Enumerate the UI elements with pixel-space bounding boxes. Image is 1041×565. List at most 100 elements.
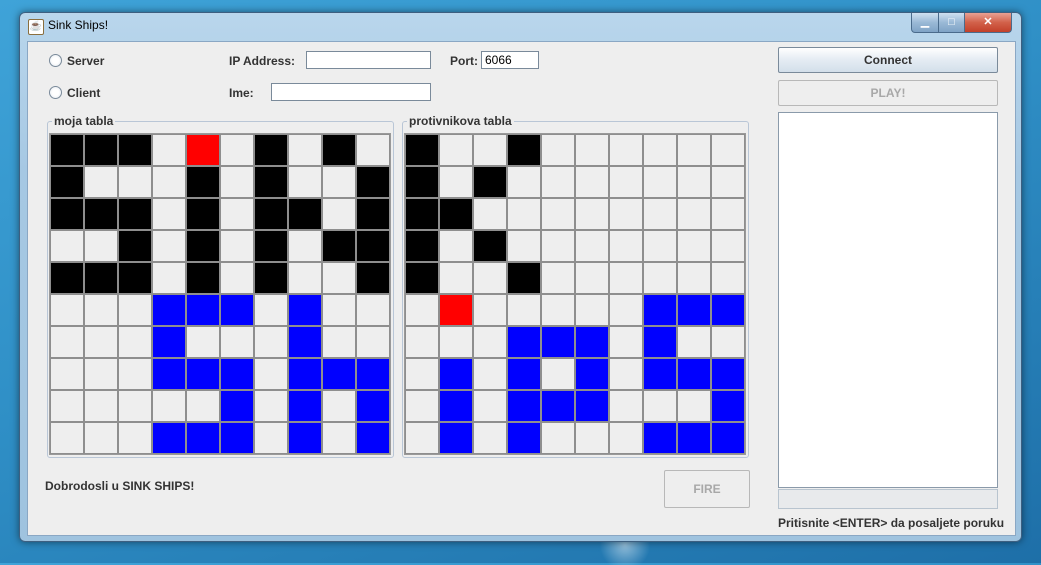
opponent-board-cell[interactable] (541, 358, 575, 390)
fire-button[interactable]: FIRE (664, 470, 750, 508)
my-board-cell[interactable] (50, 390, 84, 422)
chat-input[interactable] (778, 489, 998, 509)
my-board-cell[interactable] (254, 198, 288, 230)
my-board-cell[interactable] (118, 390, 152, 422)
my-board-cell[interactable] (288, 390, 322, 422)
my-board-cell[interactable] (50, 134, 84, 166)
opponent-board-cell[interactable] (507, 134, 541, 166)
opponent-board-cell[interactable] (473, 358, 507, 390)
my-board-cell[interactable] (288, 422, 322, 454)
opponent-board-cell[interactable] (643, 358, 677, 390)
opponent-board-cell[interactable] (439, 422, 473, 454)
my-board-cell[interactable] (186, 198, 220, 230)
opponent-board-cell[interactable] (643, 134, 677, 166)
opponent-board-cell[interactable] (609, 422, 643, 454)
my-board-cell[interactable] (220, 198, 254, 230)
my-board-cell[interactable] (186, 358, 220, 390)
opponent-board-cell[interactable] (541, 326, 575, 358)
my-board-cell[interactable] (118, 230, 152, 262)
my-board-cell[interactable] (50, 262, 84, 294)
my-board-cell[interactable] (220, 134, 254, 166)
opponent-board-cell[interactable] (677, 326, 711, 358)
opponent-board-cell[interactable] (677, 294, 711, 326)
opponent-board-cell[interactable] (507, 198, 541, 230)
opponent-board-cell[interactable] (541, 294, 575, 326)
my-board-cell[interactable] (186, 166, 220, 198)
opponent-board-cell[interactable] (439, 166, 473, 198)
opponent-board-cell[interactable] (711, 326, 745, 358)
server-radio[interactable] (49, 54, 62, 67)
my-board-cell[interactable] (322, 134, 356, 166)
opponent-board-cell[interactable] (711, 134, 745, 166)
opponent-board-cell[interactable] (405, 198, 439, 230)
my-board-cell[interactable] (152, 390, 186, 422)
my-board-cell[interactable] (152, 166, 186, 198)
my-board-cell[interactable] (220, 358, 254, 390)
close-button[interactable]: ✕ (964, 13, 1012, 33)
my-board-cell[interactable] (50, 198, 84, 230)
my-board-cell[interactable] (152, 230, 186, 262)
opponent-board-cell[interactable] (507, 358, 541, 390)
opponent-board-cell[interactable] (609, 262, 643, 294)
my-board-cell[interactable] (186, 134, 220, 166)
opponent-board-cell[interactable] (643, 390, 677, 422)
my-board-cell[interactable] (84, 134, 118, 166)
opponent-board-cell[interactable] (609, 166, 643, 198)
my-board-cell[interactable] (84, 422, 118, 454)
opponent-board-cell[interactable] (439, 390, 473, 422)
opponent-board-cell[interactable] (541, 230, 575, 262)
opponent-board-cell[interactable] (643, 422, 677, 454)
opponent-board-cell[interactable] (439, 262, 473, 294)
opponent-board-cell[interactable] (575, 166, 609, 198)
my-board-cell[interactable] (118, 198, 152, 230)
opponent-board-cell[interactable] (507, 422, 541, 454)
opponent-board-cell[interactable] (439, 134, 473, 166)
my-board-cell[interactable] (50, 230, 84, 262)
opponent-board-cell[interactable] (405, 230, 439, 262)
opponent-board-cell[interactable] (473, 134, 507, 166)
opponent-board-cell[interactable] (643, 262, 677, 294)
my-board-cell[interactable] (356, 166, 390, 198)
my-board-cell[interactable] (220, 326, 254, 358)
opponent-board-cell[interactable] (507, 326, 541, 358)
opponent-board-cell[interactable] (541, 198, 575, 230)
opponent-board-cell[interactable] (711, 230, 745, 262)
my-board-cell[interactable] (50, 358, 84, 390)
opponent-board-cell[interactable] (711, 198, 745, 230)
opponent-board-cell[interactable] (575, 294, 609, 326)
my-board-cell[interactable] (254, 166, 288, 198)
play-button[interactable]: PLAY! (778, 80, 998, 106)
my-board-cell[interactable] (152, 326, 186, 358)
opponent-board-cell[interactable] (677, 262, 711, 294)
opponent-board-cell[interactable] (711, 390, 745, 422)
my-board-cell[interactable] (84, 326, 118, 358)
opponent-board-cell[interactable] (609, 230, 643, 262)
my-board-cell[interactable] (186, 262, 220, 294)
title-bar[interactable]: ☕ Sink Ships! ▁ □ ✕ (20, 13, 1021, 39)
opponent-board-cell[interactable] (405, 166, 439, 198)
my-board-cell[interactable] (322, 358, 356, 390)
opponent-board-cell[interactable] (439, 326, 473, 358)
my-board-cell[interactable] (254, 294, 288, 326)
opponent-board-cell[interactable] (643, 294, 677, 326)
opponent-board-cell[interactable] (405, 294, 439, 326)
opponent-board-cell[interactable] (507, 230, 541, 262)
my-board-cell[interactable] (50, 422, 84, 454)
my-board-cell[interactable] (288, 358, 322, 390)
my-board-cell[interactable] (186, 390, 220, 422)
opponent-board-cell[interactable] (439, 358, 473, 390)
my-board-cell[interactable] (288, 262, 322, 294)
opponent-board-cell[interactable] (541, 422, 575, 454)
my-board-cell[interactable] (152, 198, 186, 230)
my-board-cell[interactable] (254, 230, 288, 262)
opponent-board-cell[interactable] (575, 230, 609, 262)
my-board-cell[interactable] (118, 262, 152, 294)
my-board-cell[interactable] (152, 294, 186, 326)
my-board-cell[interactable] (220, 166, 254, 198)
opponent-board-cell[interactable] (575, 358, 609, 390)
minimize-button[interactable]: ▁ (911, 13, 939, 33)
opponent-board-cell[interactable] (575, 390, 609, 422)
opponent-board-cell[interactable] (677, 422, 711, 454)
my-board-cell[interactable] (118, 358, 152, 390)
my-board-cell[interactable] (84, 166, 118, 198)
